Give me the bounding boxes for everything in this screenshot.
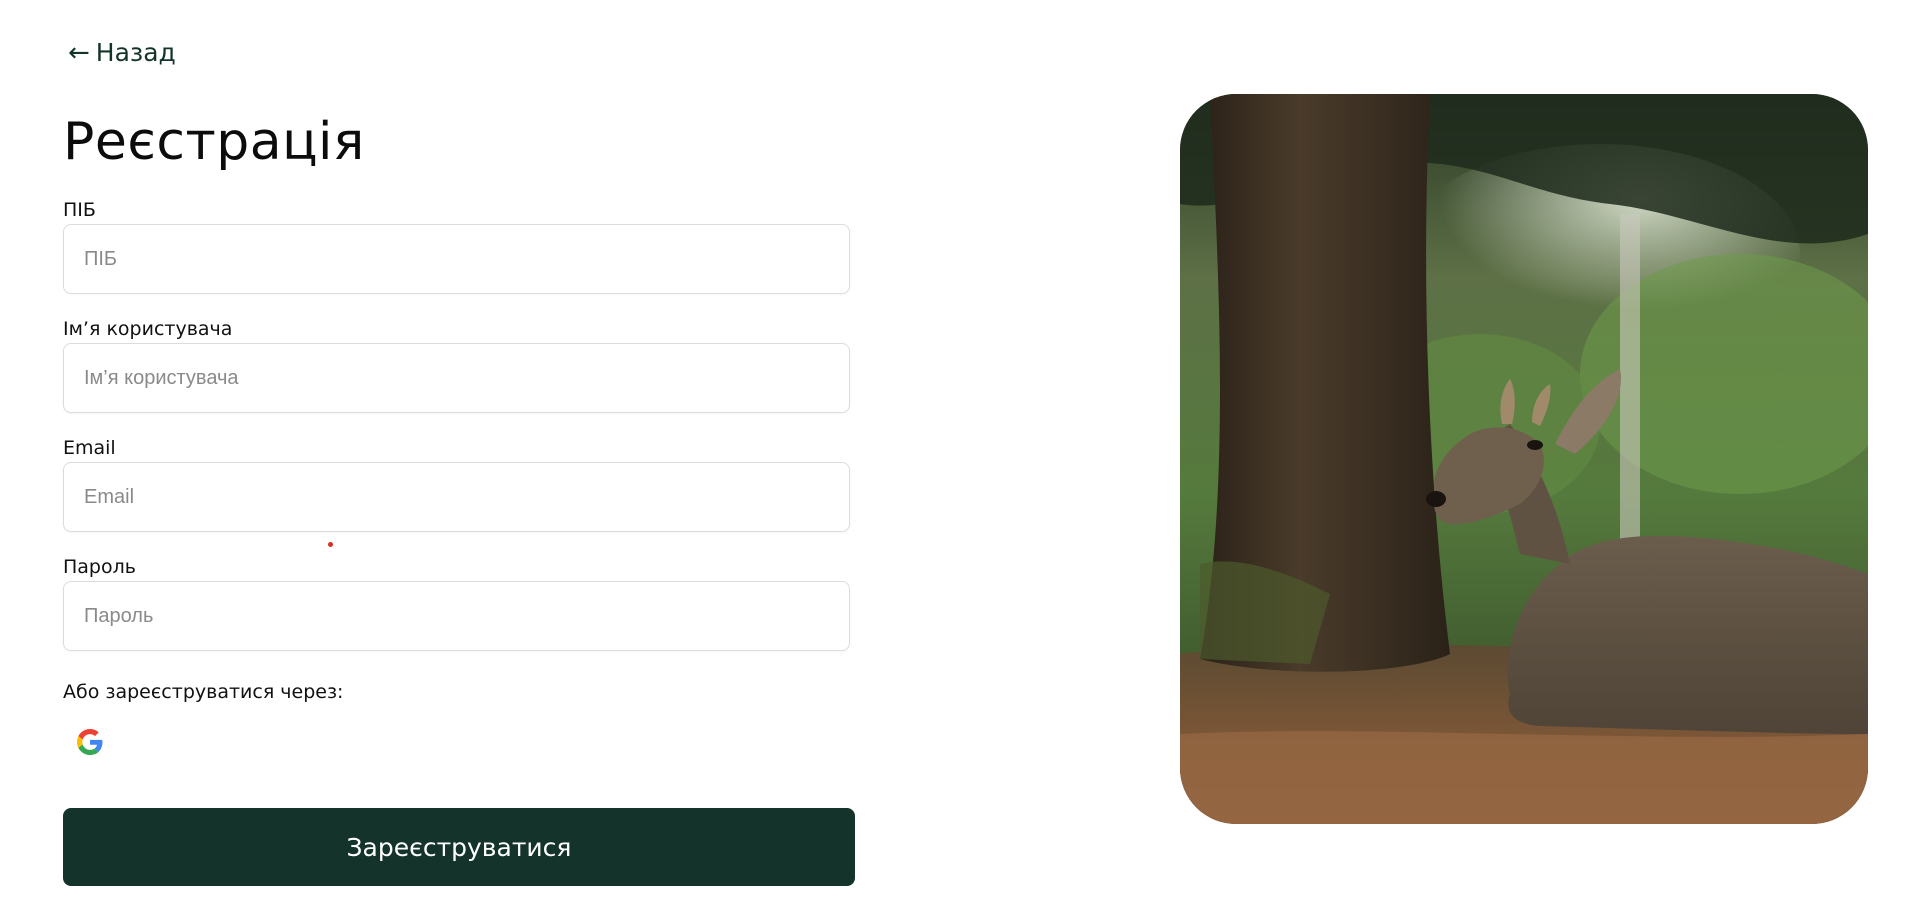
email-label: Email bbox=[63, 437, 116, 459]
email-input[interactable] bbox=[63, 462, 850, 532]
full-name-label: ПІБ bbox=[63, 199, 96, 221]
deer-illustration bbox=[1180, 94, 1868, 824]
email-field-group: Email bbox=[63, 434, 853, 532]
password-label: Пароль bbox=[63, 556, 136, 578]
google-icon bbox=[77, 729, 103, 755]
username-label: Ім’я користувача bbox=[63, 318, 233, 340]
page-title: Реєстрація bbox=[63, 112, 365, 172]
google-signup-button[interactable] bbox=[72, 724, 108, 760]
full-name-field-group: ПІБ bbox=[63, 196, 853, 294]
password-field-group: Пароль bbox=[63, 553, 853, 651]
username-field-group: Ім’я користувача bbox=[63, 315, 853, 413]
full-name-input[interactable] bbox=[63, 224, 850, 294]
register-button[interactable]: Зареєструватися bbox=[63, 808, 855, 886]
back-link-label: Назад bbox=[95, 38, 176, 67]
back-arrow-icon: ← bbox=[68, 37, 90, 68]
cursor-dot bbox=[328, 542, 333, 547]
social-signup-label: Або зареєструватися через: bbox=[63, 681, 344, 703]
deer-photo bbox=[1180, 94, 1868, 824]
back-link[interactable]: ← Назад bbox=[68, 38, 176, 67]
registration-page: ← Назад Реєстрація ПІБ Ім’я користувача … bbox=[0, 0, 1918, 907]
registration-form: ПІБ Ім’я користувача Email Пароль bbox=[63, 196, 853, 672]
username-input[interactable] bbox=[63, 343, 850, 413]
password-input[interactable] bbox=[63, 581, 850, 651]
